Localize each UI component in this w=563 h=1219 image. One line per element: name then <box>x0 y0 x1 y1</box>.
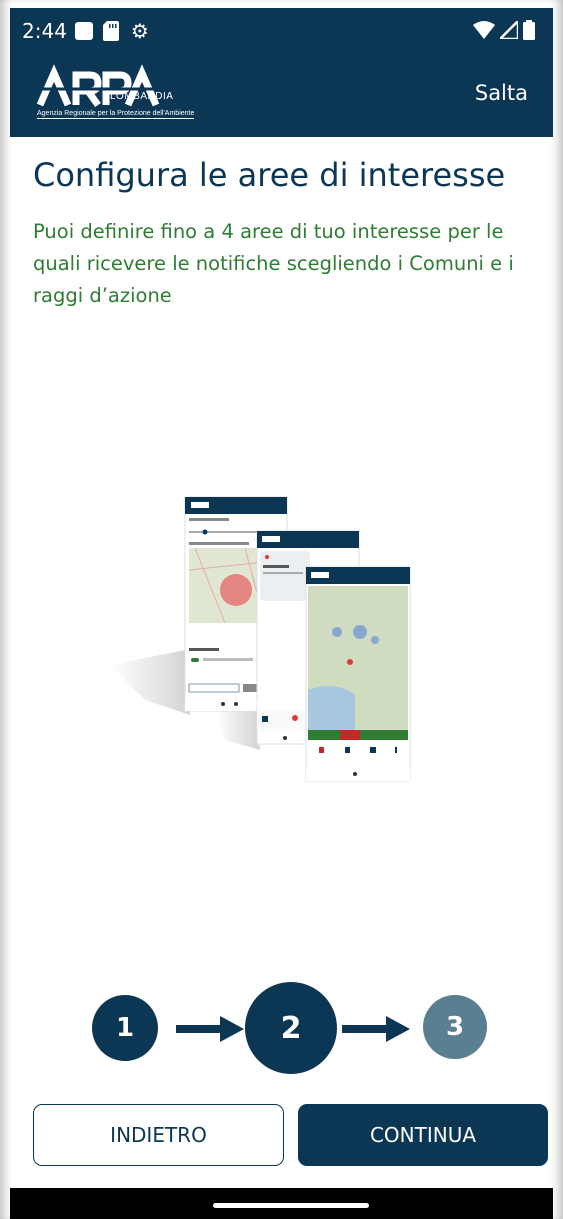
back-button[interactable]: INDIETRO <box>33 1104 284 1166</box>
navigation-bar <box>10 1188 553 1219</box>
wifi-icon <box>473 21 495 39</box>
arrow-right-icon <box>176 1016 244 1042</box>
step-indicator: 1 2 3 <box>92 982 492 1074</box>
step-2-circle-current: 2 <box>245 982 337 1074</box>
status-time: 2:44 <box>22 18 67 43</box>
battery-icon <box>523 20 535 40</box>
home-gesture-handle[interactable] <box>213 1203 369 1208</box>
step-3-circle: 3 <box>423 995 487 1059</box>
app-header: LOMBARDIA Agenzia Regionale per la Prote… <box>10 53 553 137</box>
sd-card-icon <box>102 20 119 41</box>
illustration-screen-3 <box>305 566 411 782</box>
settings-icon: ⚙ <box>130 18 149 43</box>
square-notification-icon <box>74 21 93 40</box>
page-title: Configura le aree di interesse <box>33 156 506 194</box>
arrow-right-icon <box>342 1016 410 1042</box>
step-1-circle: 1 <box>92 995 158 1061</box>
status-bar: 2:44 ⚙ <box>10 8 553 53</box>
continue-button[interactable]: CONTINUA <box>298 1104 548 1166</box>
logo-subtitle: Agenzia Regionale per la Protezione dell… <box>37 110 195 119</box>
page-description: Puoi definire fino a 4 aree di tuo inter… <box>33 220 514 307</box>
skip-button[interactable]: Salta <box>475 81 528 105</box>
app-screens-illustration <box>110 496 411 782</box>
signal-icon <box>500 21 518 39</box>
logo-region-text: LOMBARDIA <box>110 91 174 102</box>
